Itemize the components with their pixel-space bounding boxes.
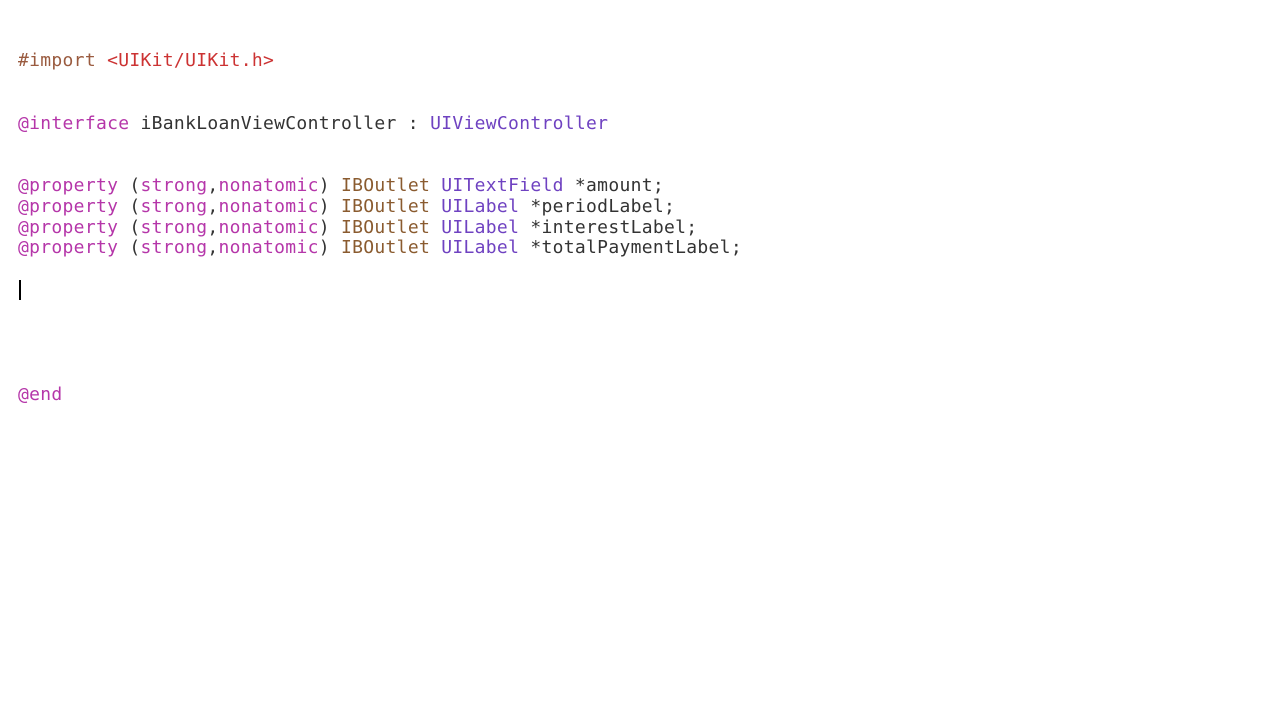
attr-strong: strong (141, 237, 208, 258)
iboutlet: IBOutlet (341, 175, 430, 196)
property-name: *periodLabel; (530, 196, 675, 217)
iboutlet: IBOutlet (341, 217, 430, 238)
code-editor[interactable]: #import <UIKit/UIKit.h> @interface iBank… (18, 30, 1280, 406)
end-keyword: @end (18, 384, 63, 405)
property-keyword: @property (18, 217, 118, 238)
colon: : (397, 113, 430, 134)
property-keyword: @property (18, 237, 118, 258)
property-type: UILabel (441, 237, 519, 258)
property-name: *amount; (575, 175, 664, 196)
attr-strong: strong (141, 175, 208, 196)
property-keyword: @property (18, 196, 118, 217)
property-line: @property (strong,nonatomic) IBOutlet UI… (18, 218, 1280, 239)
superclass: UIViewController (430, 113, 608, 134)
attr-nonatomic: nonatomic (218, 196, 318, 217)
property-type: UITextField (441, 175, 564, 196)
property-line: @property (strong,nonatomic) IBOutlet UI… (18, 176, 1280, 197)
property-type: UILabel (441, 217, 519, 238)
import-line: #import <UIKit/UIKit.h> (18, 51, 1280, 72)
import-path: <UIKit/UIKit.h> (107, 50, 274, 71)
end-line: @end (18, 385, 1280, 406)
cursor-line (18, 280, 1280, 301)
property-line: @property (strong,nonatomic) IBOutlet UI… (18, 197, 1280, 218)
attr-nonatomic: nonatomic (218, 175, 318, 196)
attr-strong: strong (141, 217, 208, 238)
class-name: iBankLoanViewController (141, 113, 397, 134)
property-name: *totalPaymentLabel; (530, 237, 742, 258)
interface-line: @interface iBankLoanViewController : UIV… (18, 114, 1280, 135)
property-keyword: @property (18, 175, 118, 196)
property-line: @property (strong,nonatomic) IBOutlet UI… (18, 238, 1280, 259)
attr-nonatomic: nonatomic (218, 217, 318, 238)
property-type: UILabel (441, 196, 519, 217)
import-directive: #import (18, 50, 96, 71)
attr-nonatomic: nonatomic (218, 237, 318, 258)
iboutlet: IBOutlet (341, 237, 430, 258)
text-cursor (19, 280, 21, 300)
interface-keyword: @interface (18, 113, 129, 134)
attr-strong: strong (141, 196, 208, 217)
property-name: *interestLabel; (530, 217, 697, 238)
iboutlet: IBOutlet (341, 196, 430, 217)
